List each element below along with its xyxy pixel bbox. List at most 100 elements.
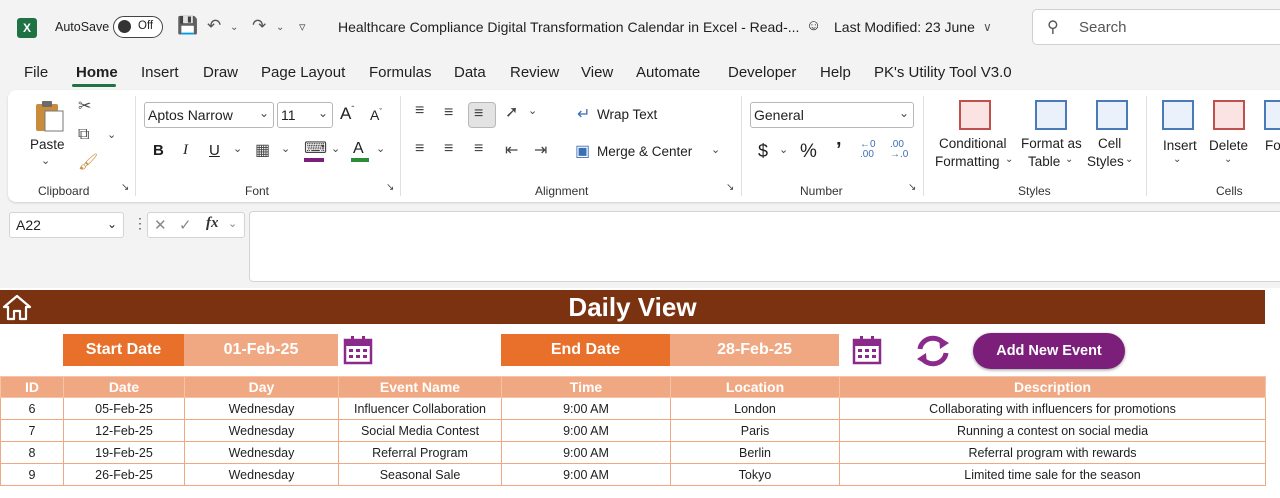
- copy-icon[interactable]: ⧉: [78, 126, 89, 144]
- tab-help[interactable]: Help: [820, 64, 851, 81]
- tab-view[interactable]: View: [581, 64, 613, 81]
- undo-icon[interactable]: ↶: [207, 16, 221, 36]
- merge-dropdown-icon[interactable]: ⌄: [711, 143, 720, 156]
- increase-indent-icon[interactable]: ⇥: [534, 140, 547, 160]
- format-as-table-label-1[interactable]: Format as: [1021, 136, 1082, 151]
- worksheet[interactable]: Daily View Start Date 01-Feb-25 End Date…: [0, 288, 1280, 498]
- cell-date[interactable]: 26-Feb-25: [63, 463, 185, 486]
- underline-dropdown-icon[interactable]: ⌄: [233, 142, 242, 155]
- tab-file[interactable]: File: [24, 64, 48, 81]
- delete-cells-icon[interactable]: [1213, 100, 1245, 130]
- format-as-table-label-2[interactable]: Table: [1028, 154, 1060, 169]
- cell-day[interactable]: Wednesday: [184, 441, 339, 464]
- chevron-down-icon[interactable]: ⌄: [228, 217, 237, 230]
- end-calendar-icon[interactable]: [852, 335, 882, 365]
- customize-toolbar-icon[interactable]: ▿: [299, 19, 306, 35]
- cell-description[interactable]: Collaborating with influencers for promo…: [839, 397, 1266, 420]
- tab-draw[interactable]: Draw: [203, 64, 238, 81]
- redo-dropdown-icon[interactable]: ⌄: [276, 22, 284, 33]
- align-left-icon[interactable]: ≡: [415, 140, 424, 158]
- format-painter-icon[interactable]: 🖌: [78, 152, 98, 172]
- cell-description[interactable]: Referral program with rewards: [839, 441, 1266, 464]
- dialog-launcher-icon[interactable]: ↘: [386, 182, 394, 193]
- dialog-launcher-icon[interactable]: ↘: [726, 182, 734, 193]
- wrap-text-button[interactable]: Wrap Text: [597, 107, 657, 122]
- align-middle-icon[interactable]: ≡: [444, 104, 453, 122]
- cell-styles-icon[interactable]: [1096, 100, 1128, 130]
- increase-decimal-icon[interactable]: ←0.00: [860, 140, 876, 160]
- start-date-value[interactable]: 01-Feb-25: [184, 334, 338, 366]
- percent-icon[interactable]: %: [800, 141, 817, 163]
- decrease-font-size-button[interactable]: Aˇ: [370, 107, 382, 123]
- tab-home[interactable]: Home: [76, 64, 118, 81]
- chevron-down-icon[interactable]: ⌄: [1005, 154, 1013, 165]
- column-header-location[interactable]: Location: [670, 376, 840, 398]
- copy-dropdown-icon[interactable]: ⌄: [107, 128, 116, 141]
- font-color-icon[interactable]: A: [353, 140, 364, 158]
- format-cells-button[interactable]: Forn: [1265, 138, 1280, 153]
- underline-button[interactable]: U: [209, 142, 220, 159]
- insert-cells-icon[interactable]: [1162, 100, 1194, 130]
- cell-day[interactable]: Wednesday: [184, 397, 339, 420]
- cell-location[interactable]: Berlin: [670, 441, 840, 464]
- cell-location[interactable]: Paris: [670, 419, 840, 442]
- cell-date[interactable]: 12-Feb-25: [63, 419, 185, 442]
- cell-id[interactable]: 6: [0, 397, 64, 420]
- tab-developer[interactable]: Developer: [728, 64, 796, 81]
- merge-center-icon[interactable]: ▣: [575, 141, 590, 161]
- increase-font-size-button[interactable]: Aˆ: [340, 104, 354, 124]
- column-header-id[interactable]: ID: [0, 376, 64, 398]
- chevron-down-icon[interactable]: ⌄: [1224, 154, 1232, 165]
- column-header-time[interactable]: Time: [501, 376, 671, 398]
- cell-date[interactable]: 19-Feb-25: [63, 441, 185, 464]
- cell-styles-label-2[interactable]: Styles: [1087, 154, 1124, 169]
- autosave-toggle[interactable]: Off: [113, 16, 163, 38]
- cell-day[interactable]: Wednesday: [184, 419, 339, 442]
- comma-style-icon[interactable]: ’: [836, 139, 842, 162]
- insert-cells-button[interactable]: Insert: [1163, 138, 1197, 153]
- merge-center-button[interactable]: Merge & Center: [597, 144, 692, 159]
- insert-function-icon[interactable]: fx: [206, 215, 219, 232]
- align-center-icon[interactable]: ≡: [444, 140, 453, 158]
- undo-dropdown-icon[interactable]: ⌄: [230, 22, 238, 33]
- chevron-down-icon[interactable]: ⌄: [1173, 154, 1181, 165]
- borders-dropdown-icon[interactable]: ⌄: [281, 142, 290, 155]
- dialog-launcher-icon[interactable]: ↘: [908, 182, 916, 193]
- cell-time[interactable]: 9:00 AM: [501, 463, 671, 486]
- name-box[interactable]: A22 ⌄: [9, 212, 124, 238]
- add-new-event-button[interactable]: Add New Event: [973, 333, 1125, 369]
- column-header-description[interactable]: Description: [839, 376, 1266, 398]
- wrap-text-icon[interactable]: ↵: [577, 104, 590, 124]
- tab-review[interactable]: Review: [510, 64, 559, 81]
- paste-icon[interactable]: [33, 99, 65, 133]
- italic-button[interactable]: I: [183, 142, 188, 159]
- borders-icon[interactable]: ▦: [255, 140, 270, 160]
- chevron-down-icon[interactable]: ⌄: [1125, 154, 1133, 165]
- delete-cells-button[interactable]: Delete: [1209, 138, 1248, 153]
- font-size-select[interactable]: 11 ⌄: [277, 102, 333, 128]
- paste-button[interactable]: Paste: [30, 137, 65, 152]
- formula-input[interactable]: [249, 211, 1280, 282]
- cell-styles-label-1[interactable]: Cell: [1098, 136, 1121, 151]
- bold-button[interactable]: B: [153, 142, 164, 159]
- number-format-select[interactable]: General ⌄: [750, 102, 914, 128]
- orientation-dropdown-icon[interactable]: ⌄: [528, 104, 537, 117]
- format-cells-icon[interactable]: [1264, 100, 1280, 130]
- tab-formulas[interactable]: Formulas: [369, 64, 432, 81]
- search-input[interactable]: ⚲ Search: [1032, 9, 1280, 45]
- conditional-formatting-label-2[interactable]: Formatting: [935, 154, 1000, 169]
- align-right-icon[interactable]: ≡: [474, 140, 483, 158]
- cell-day[interactable]: Wednesday: [184, 463, 339, 486]
- start-calendar-icon[interactable]: [343, 335, 373, 365]
- paste-dropdown-icon[interactable]: ⌄: [41, 154, 50, 167]
- tab-pk-utility-tool[interactable]: PK's Utility Tool V3.0: [874, 64, 1012, 81]
- cell-event-name[interactable]: Influencer Collaboration: [338, 397, 502, 420]
- fill-color-dropdown-icon[interactable]: ⌄: [331, 142, 340, 155]
- tab-data[interactable]: Data: [454, 64, 486, 81]
- column-header-date[interactable]: Date: [63, 376, 185, 398]
- cell-date[interactable]: 05-Feb-25: [63, 397, 185, 420]
- dialog-launcher-icon[interactable]: ↘: [121, 182, 129, 193]
- conditional-formatting-label-1[interactable]: Conditional: [939, 136, 1007, 151]
- cell-id[interactable]: 9: [0, 463, 64, 486]
- refresh-icon[interactable]: [913, 334, 953, 368]
